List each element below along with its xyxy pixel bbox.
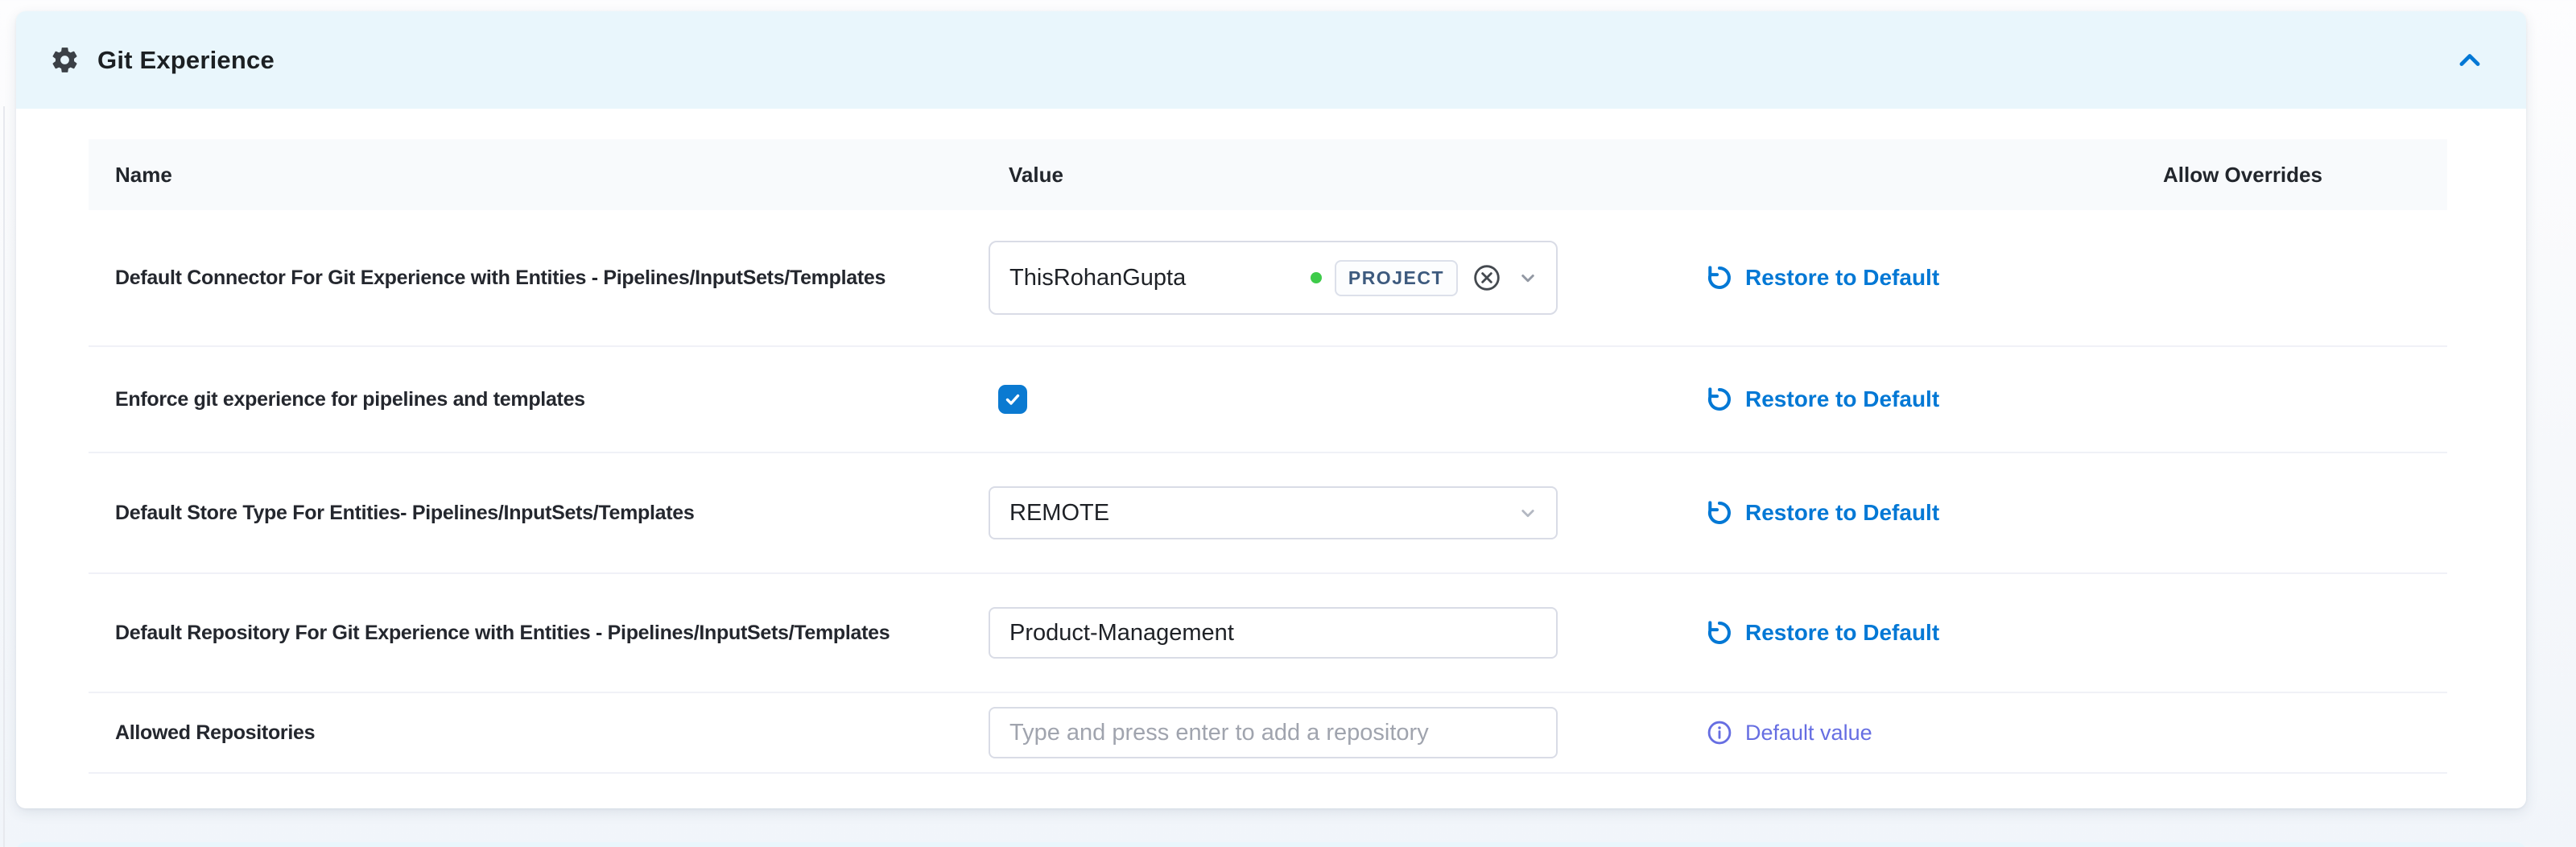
chevron-down-icon[interactable] xyxy=(1516,266,1540,290)
restore-arrow-icon xyxy=(1705,263,1734,292)
default-value-label: Default value xyxy=(1745,721,1872,746)
next-section-header[interactable] xyxy=(16,842,2526,847)
restore-default-label: Restore to Default xyxy=(1745,265,1939,291)
restore-default-link[interactable]: Restore to Default xyxy=(1705,263,2163,292)
store-type-select[interactable]: REMOTE xyxy=(989,486,1558,539)
restore-default-link[interactable]: Restore to Default xyxy=(1705,618,2163,647)
setting-name: Default Repository For Git Experience wi… xyxy=(89,622,989,645)
table-row: Default Repository For Git Experience wi… xyxy=(89,574,2447,693)
table-row: Enforce git experience for pipelines and… xyxy=(89,347,2447,453)
header-name: Name xyxy=(89,163,989,188)
store-type-value: REMOTE xyxy=(1009,500,1109,527)
gear-icon xyxy=(50,45,80,75)
restore-default-label: Restore to Default xyxy=(1745,500,1939,526)
table-row: Default Connector For Git Experience wit… xyxy=(89,210,2447,347)
setting-name: Default Connector For Git Experience wit… xyxy=(89,266,989,290)
setting-name: Enforce git experience for pipelines and… xyxy=(89,388,989,411)
settings-table: Name Value Allow Overrides Default Conne… xyxy=(89,139,2447,774)
table-row: Allowed Repositories Default value xyxy=(89,693,2447,774)
default-value-indicator[interactable]: Default value xyxy=(1705,718,2163,747)
setting-name: Default Store Type For Entities- Pipelin… xyxy=(89,502,989,525)
setting-name: Allowed Repositories xyxy=(89,721,989,745)
restore-default-label: Restore to Default xyxy=(1745,386,1939,412)
restore-default-label: Restore to Default xyxy=(1745,620,1939,646)
restore-arrow-icon xyxy=(1705,498,1734,527)
chevron-up-icon[interactable] xyxy=(2452,43,2487,78)
restore-arrow-icon xyxy=(1705,385,1734,414)
enforce-git-checkbox[interactable] xyxy=(998,385,1027,414)
restore-default-link[interactable]: Restore to Default xyxy=(1705,498,2163,527)
table-header-row: Name Value Allow Overrides xyxy=(89,139,2447,210)
allowed-repositories-input[interactable] xyxy=(989,707,1558,758)
info-circle-icon xyxy=(1705,718,1734,747)
circle-x-icon[interactable] xyxy=(1471,262,1503,294)
connector-status-dot xyxy=(1311,272,1322,283)
table-row: Default Store Type For Entities- Pipelin… xyxy=(89,453,2447,574)
restore-default-link[interactable]: Restore to Default xyxy=(1705,385,2163,414)
header-value: Value xyxy=(989,163,1705,188)
panel-edge-line xyxy=(3,106,5,847)
chevron-down-icon xyxy=(1516,501,1540,525)
default-repository-input[interactable] xyxy=(989,607,1558,659)
section-title: Git Experience xyxy=(97,46,275,75)
restore-arrow-icon xyxy=(1705,618,1734,647)
section-header[interactable]: Git Experience xyxy=(16,11,2526,109)
connector-select[interactable]: ThisRohanGupta PROJECT xyxy=(989,241,1558,315)
connector-value: ThisRohanGupta xyxy=(1009,265,1186,291)
scope-badge: PROJECT xyxy=(1335,260,1458,296)
git-experience-card: Git Experience Name Value Allow Override… xyxy=(16,11,2526,808)
header-allow-overrides: Allow Overrides xyxy=(2163,163,2447,188)
